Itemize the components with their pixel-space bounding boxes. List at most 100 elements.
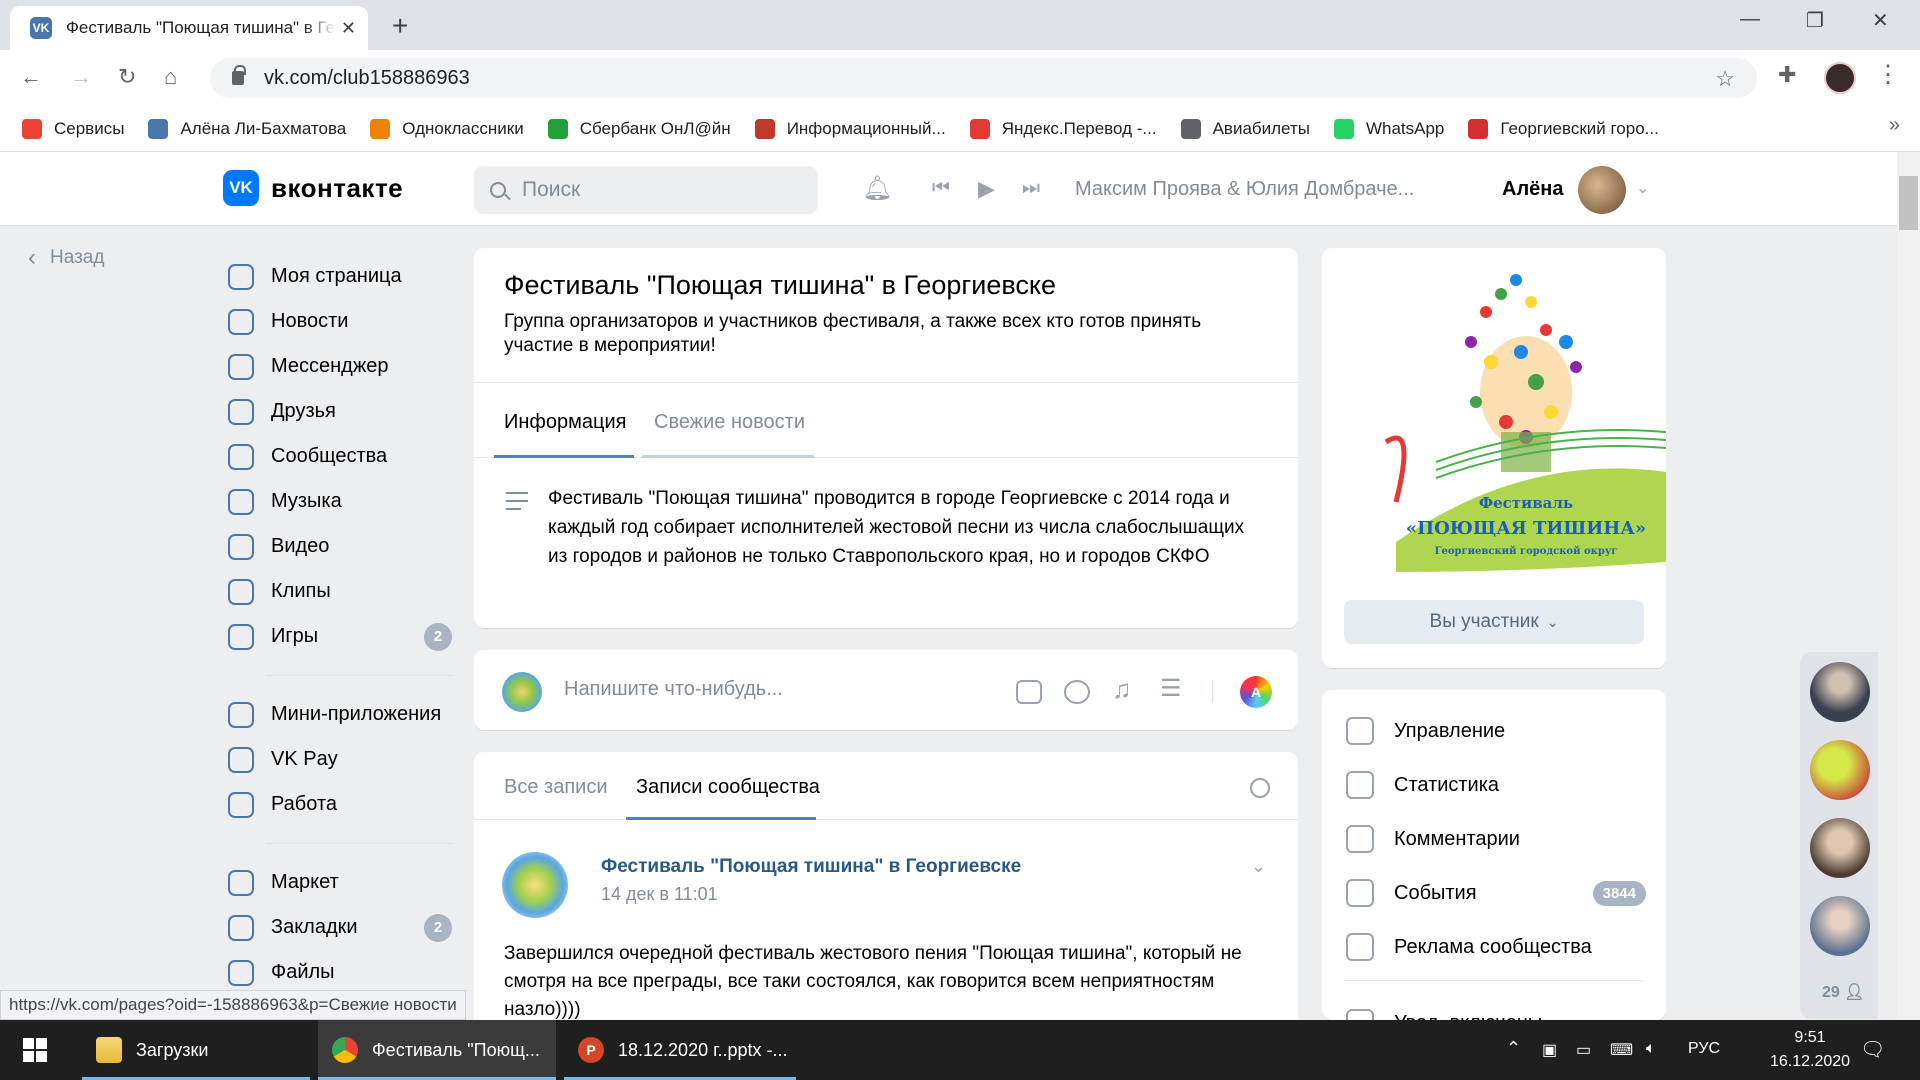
sidebar-item-label: Видео [271, 535, 330, 557]
post-date[interactable]: 14 дек в 11:01 [601, 884, 718, 905]
bookmark-star-icon[interactable]: ☆ [1715, 66, 1735, 92]
sidebar-item[interactable]: Игры 2 [228, 614, 452, 659]
bookmark-item[interactable]: Информационный... [754, 118, 946, 139]
music-note-icon[interactable]: ♫ [1112, 674, 1138, 704]
friend-avatar[interactable] [1810, 740, 1870, 800]
sidebar-item[interactable]: Новости [228, 299, 452, 344]
bookmark-item[interactable]: Авиабилеты [1180, 118, 1310, 139]
address-bar[interactable]: vk.com/club158886963 ☆ [210, 58, 1757, 98]
reload-icon[interactable]: ↻ [118, 64, 136, 90]
bookmark-item[interactable]: Сбербанк ОнЛ@йн [547, 118, 731, 139]
forward-arrow-icon[interactable]: → [70, 64, 92, 90]
page-scrollbar[interactable] [1897, 152, 1920, 1020]
online-friends-count[interactable]: 29 👤︎ [1822, 982, 1865, 1002]
tab-all-posts[interactable]: Все записи [504, 776, 608, 799]
clock[interactable]: 9:51 16.12.2020 [1760, 1026, 1860, 1074]
browser-profile-avatar[interactable] [1824, 62, 1856, 94]
user-name[interactable]: Алёна [1502, 178, 1563, 201]
close-tab-icon[interactable]: ✕ [341, 18, 356, 39]
sidebar-item[interactable]: Закладки 2 [228, 905, 452, 950]
chevron-up-icon[interactable]: ⌃ [1506, 1038, 1521, 1059]
taskbar-item-powerpoint[interactable]: P 18.12.2020 г..pptx -... [564, 1020, 796, 1080]
vk-logo[interactable]: VK вконтакте [223, 170, 403, 206]
video-icon[interactable] [1064, 680, 1090, 704]
close-window-icon[interactable]: ✕ [1872, 8, 1889, 33]
composer-placeholder[interactable]: Напишите что-нибудь... [564, 678, 783, 701]
sidebar-item[interactable]: Работа [228, 782, 452, 827]
sidebar-item[interactable]: Видео [228, 524, 452, 569]
admin-menu-item[interactable]: Реклама сообщества [1346, 920, 1646, 974]
now-playing-track[interactable]: Максим Проява & Юлия Домбраче... [1075, 178, 1414, 201]
search-input[interactable]: Поиск [474, 166, 818, 214]
sidebar-item[interactable]: Мини-приложения [228, 692, 452, 737]
bookmark-item[interactable]: WhatsApp [1333, 118, 1444, 139]
taskbar-label: 18.12.2020 г..pptx -... [618, 1039, 788, 1060]
restore-icon[interactable]: ❐ [1806, 8, 1824, 33]
back-link[interactable]: ‹ Назад [28, 244, 104, 272]
bookmark-item[interactable]: Яндекс.Перевод -... [969, 118, 1157, 139]
admin-menu-item[interactable]: Комментарии [1346, 812, 1646, 866]
bookmark-item[interactable]: Георгиевский горо... [1468, 118, 1659, 139]
sidebar-item[interactable]: Файлы [228, 950, 452, 995]
sidebar-item[interactable]: Маркет [228, 860, 452, 905]
chevron-down-icon[interactable]: ⌄ [1251, 856, 1266, 877]
tab-fresh-news[interactable]: Свежие новости [654, 411, 805, 434]
browser-menu-icon[interactable]: ⋮ [1876, 60, 1900, 89]
home-icon[interactable]: ⌂ [164, 64, 177, 90]
admin-menu-item[interactable]: Статистика [1346, 758, 1646, 812]
post-composer[interactable]: Напишите что-нибудь... ♫ ☰ A [474, 650, 1298, 730]
sidebar-item-label: Клипы [271, 580, 331, 602]
play-icon[interactable]: ▶︎ [978, 176, 995, 202]
minimize-icon[interactable]: — [1740, 8, 1760, 31]
extensions-puzzle-icon[interactable]: ✚ [1778, 62, 1796, 88]
user-avatar[interactable] [1578, 166, 1626, 214]
post-author[interactable]: Фестиваль "Поющая тишина" в Георгиевске [601, 856, 1021, 878]
battery-icon[interactable]: ▭ [1576, 1040, 1591, 1060]
admin-menu-item[interactable]: Управление [1346, 704, 1646, 758]
sidebar-item[interactable]: Музыка [228, 479, 452, 524]
chevron-down-icon[interactable]: ⌄ [1636, 178, 1649, 198]
taskbar-item-chrome[interactable]: Фестиваль "Поющ... [318, 1020, 556, 1080]
camera-icon[interactable] [1016, 680, 1042, 704]
admin-menu-item[interactable]: Увед. включены [1346, 996, 1646, 1020]
sidebar-item[interactable]: Друзья [228, 389, 452, 434]
next-track-icon[interactable]: ⏭︎ [1022, 177, 1040, 200]
bookmark-item[interactable]: Одноклассники [370, 118, 524, 139]
member-status-button[interactable]: Вы участник ⌄ [1344, 600, 1644, 644]
bookmark-item[interactable]: Алёна Ли-Бахматова [148, 118, 346, 139]
post-author-avatar[interactable] [502, 852, 568, 918]
bell-icon[interactable]: 🔔︎ [862, 174, 892, 203]
sidebar-item[interactable]: Клипы [228, 569, 452, 614]
friend-avatar[interactable] [1810, 818, 1870, 878]
browser-tab[interactable]: VK Фестиваль "Поющая тишина" в Георгиевс… [10, 6, 368, 50]
friend-avatar[interactable] [1810, 896, 1870, 956]
scrollbar-thumb[interactable] [1899, 176, 1918, 230]
friend-avatar[interactable] [1810, 662, 1870, 722]
bookmark-item[interactable]: Сервисы [22, 118, 124, 139]
powerpoint-icon: P [578, 1037, 604, 1063]
tab-community-posts[interactable]: Записи сообщества [636, 776, 820, 799]
group-description: Группа организаторов и участников фестив… [504, 311, 1202, 356]
vk-icon [148, 118, 169, 139]
more-bookmarks-icon[interactable]: » [1889, 114, 1900, 137]
start-button[interactable] [0, 1020, 70, 1080]
network-icon[interactable]: ⌨ [1610, 1040, 1633, 1060]
tab-information[interactable]: Информация [504, 411, 626, 434]
sidebar-item[interactable]: VK Pay [228, 737, 452, 782]
sidebar-item[interactable]: Сообщества [228, 434, 452, 479]
vk-ads-icon[interactable]: A [1240, 676, 1272, 708]
volume-icon[interactable]: 🔈︎ [1646, 1040, 1656, 1058]
taskbar-item-downloads[interactable]: Загрузки [82, 1020, 310, 1080]
admin-menu-item[interactable]: События 3844 [1346, 866, 1646, 920]
previous-track-icon[interactable]: ⏮︎ [932, 177, 950, 200]
language-indicator[interactable]: РУС [1688, 1040, 1720, 1058]
new-tab-icon[interactable]: + [392, 10, 408, 42]
search-icon[interactable] [1250, 778, 1270, 798]
article-icon[interactable]: ☰ [1160, 674, 1186, 702]
sidebar-item[interactable]: Моя страница [228, 254, 452, 299]
sidebar-item[interactable]: Мессенджер [228, 344, 452, 389]
tray-app-icon[interactable]: ▣ [1542, 1040, 1557, 1060]
back-arrow-icon[interactable]: ← [20, 64, 42, 90]
group-info-text: Фестиваль "Поющая тишина" проводится в г… [548, 488, 1245, 567]
notifications-icon[interactable]: 🗨︎ [1860, 1037, 1885, 1062]
